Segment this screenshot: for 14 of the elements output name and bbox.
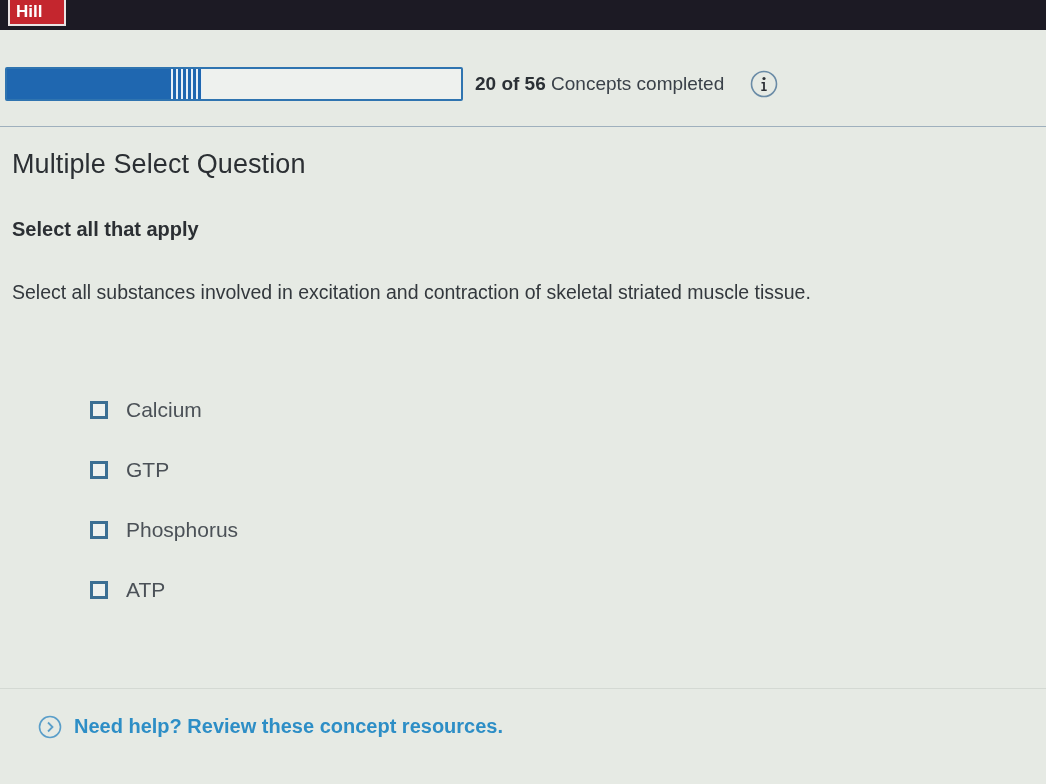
checkbox[interactable] <box>90 461 108 479</box>
checkbox[interactable] <box>90 521 108 539</box>
option-label[interactable]: ATP <box>126 578 166 602</box>
option-label[interactable]: Calcium <box>126 398 202 422</box>
option-label[interactable]: Phosphorus <box>126 518 239 542</box>
progress-label: 20 of 56 Concepts completed <box>475 73 725 95</box>
question-prompt: Select all substances involved in excitation and contraction of skeletal striated muscle tissue. <box>12 281 812 304</box>
question-type-heading: Multiple Select Question <box>12 149 307 180</box>
checkbox[interactable] <box>90 581 108 599</box>
checkbox[interactable] <box>90 401 108 419</box>
brand-logo: Hill <box>8 0 67 26</box>
option-label[interactable]: GTP <box>126 458 170 482</box>
info-icon[interactable] <box>750 70 779 98</box>
instruction-text: Select all that apply <box>12 218 200 241</box>
